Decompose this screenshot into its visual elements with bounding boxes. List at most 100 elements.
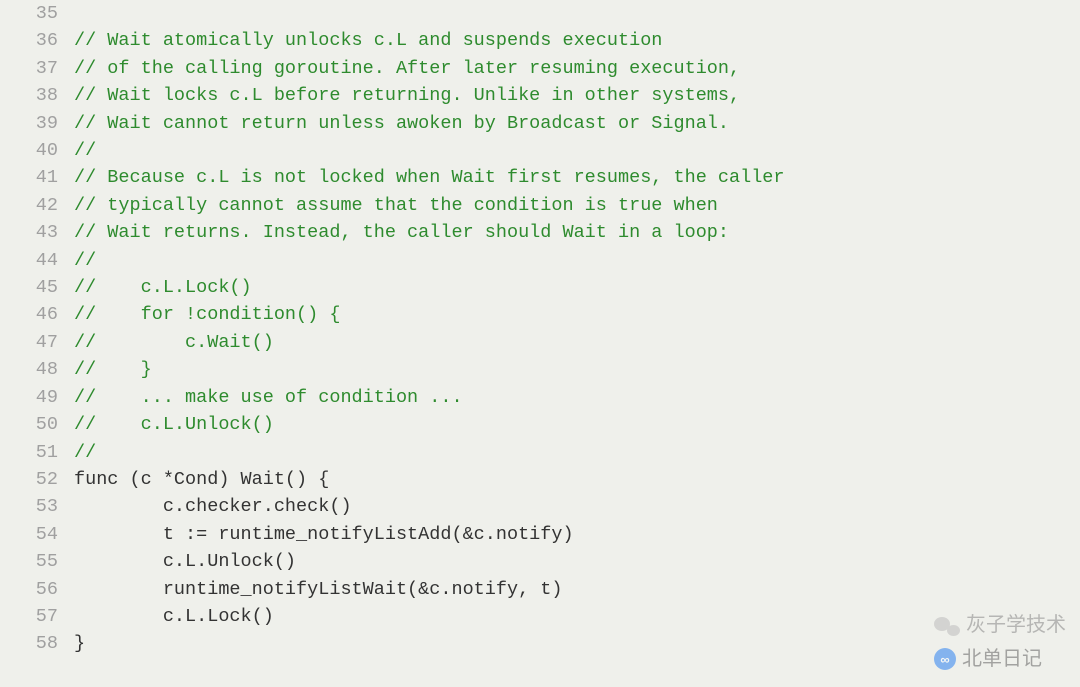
line-content: // c.L.Unlock() [74,411,274,438]
code-line: 45// c.L.Lock() [0,274,1080,301]
line-number: 45 [0,274,74,301]
code-line: 46// for !condition() { [0,301,1080,328]
line-number: 43 [0,219,74,246]
watermark-top-text: 灰子学技术 [966,612,1066,639]
code-line: 43// Wait returns. Instead, the caller s… [0,219,1080,246]
line-number: 36 [0,27,74,54]
code-token: // Wait cannot return unless awoken by B… [74,113,729,134]
line-content: // Wait atomically unlocks c.L and suspe… [74,27,662,54]
wechat-icon [934,615,960,637]
line-number: 50 [0,411,74,438]
code-token: // typically cannot assume that the cond… [74,195,718,216]
watermark-bottom: ∞ 北单日记 [934,646,1066,673]
code-token: // of the calling goroutine. After later… [74,58,740,79]
code-token: c.checker.check() [74,496,352,517]
line-content: // Because c.L is not locked when Wait f… [74,164,785,191]
code-token: // c.L.Unlock() [74,414,274,435]
line-number: 39 [0,110,74,137]
code-line: 51// [0,439,1080,466]
code-line: 54 t := runtime_notifyListAdd(&c.notify) [0,521,1080,548]
line-number: 54 [0,521,74,548]
line-number: 56 [0,576,74,603]
line-number: 48 [0,356,74,383]
line-number: 57 [0,603,74,630]
line-number: 55 [0,548,74,575]
code-token: // Wait returns. Instead, the caller sho… [74,222,729,243]
code-line: 42// typically cannot assume that the co… [0,192,1080,219]
code-token: // [74,250,96,271]
code-token: runtime_notifyListWait(&c.notify, t) [74,579,562,600]
code-line: 36// Wait atomically unlocks c.L and sus… [0,27,1080,54]
code-line: 56 runtime_notifyListWait(&c.notify, t) [0,576,1080,603]
line-content: // [74,439,96,466]
watermark-top: 灰子学技术 [934,612,1066,639]
line-content: c.L.Lock() [74,603,274,630]
code-token: } [74,633,85,654]
code-line: 49// ... make use of condition ... [0,384,1080,411]
line-number: 37 [0,55,74,82]
line-content: // for !condition() { [74,301,340,328]
code-token: // [74,140,96,161]
code-line: 53 c.checker.check() [0,493,1080,520]
line-content: runtime_notifyListWait(&c.notify, t) [74,576,562,603]
line-content: // Wait returns. Instead, the caller sho… [74,219,729,246]
line-number: 46 [0,301,74,328]
line-number: 44 [0,247,74,274]
code-token: // c.L.Lock() [74,277,252,298]
line-number: 40 [0,137,74,164]
line-content: t := runtime_notifyListAdd(&c.notify) [74,521,574,548]
code-token: func (c *Cond) Wait() { [74,469,329,490]
line-number: 49 [0,384,74,411]
code-token: // [74,442,96,463]
code-token: // Wait locks c.L before returning. Unli… [74,85,740,106]
code-line: 38// Wait locks c.L before returning. Un… [0,82,1080,109]
code-token: t := runtime_notifyListAdd(&c.notify) [74,524,574,545]
line-number: 38 [0,82,74,109]
line-content: c.checker.check() [74,493,352,520]
infinity-badge-icon: ∞ [934,648,956,670]
code-token: // Because c.L is not locked when Wait f… [74,167,785,188]
line-number: 41 [0,164,74,191]
code-line: 35 [0,0,1080,27]
code-editor: 3536// Wait atomically unlocks c.L and s… [0,0,1080,658]
line-number: 58 [0,630,74,657]
line-number: 42 [0,192,74,219]
line-number: 53 [0,493,74,520]
code-line: 58} [0,630,1080,657]
code-line: 50// c.L.Unlock() [0,411,1080,438]
line-content: // Wait cannot return unless awoken by B… [74,110,729,137]
line-content: // c.Wait() [74,329,274,356]
code-line: 52func (c *Cond) Wait() { [0,466,1080,493]
code-token: // } [74,359,152,380]
code-line: 44// [0,247,1080,274]
line-number: 47 [0,329,74,356]
line-content: // [74,137,96,164]
watermark-bottom-text: 北单日记 [962,646,1042,673]
code-token: c.L.Lock() [74,606,274,627]
code-line: 39// Wait cannot return unless awoken by… [0,110,1080,137]
code-line: 55 c.L.Unlock() [0,548,1080,575]
code-token: // for !condition() { [74,304,340,325]
line-content: c.L.Unlock() [74,548,296,575]
line-number: 51 [0,439,74,466]
line-content: } [74,630,85,657]
code-line: 37// of the calling goroutine. After lat… [0,55,1080,82]
code-line: 41// Because c.L is not locked when Wait… [0,164,1080,191]
code-token: c.L.Unlock() [74,551,296,572]
code-line: 47// c.Wait() [0,329,1080,356]
watermark-group: 灰子学技术 ∞ 北单日记 [934,612,1066,673]
code-line: 48// } [0,356,1080,383]
line-content: // typically cannot assume that the cond… [74,192,718,219]
code-token: // Wait atomically unlocks c.L and suspe… [74,30,662,51]
code-line: 57 c.L.Lock() [0,603,1080,630]
line-content: // Wait locks c.L before returning. Unli… [74,82,740,109]
code-token: // ... make use of condition ... [74,387,463,408]
line-content: func (c *Cond) Wait() { [74,466,329,493]
line-number: 35 [0,0,74,27]
line-number: 52 [0,466,74,493]
line-content: // ... make use of condition ... [74,384,463,411]
code-token: // c.Wait() [74,332,274,353]
code-line: 40// [0,137,1080,164]
line-content: // [74,247,96,274]
line-content: // of the calling goroutine. After later… [74,55,740,82]
